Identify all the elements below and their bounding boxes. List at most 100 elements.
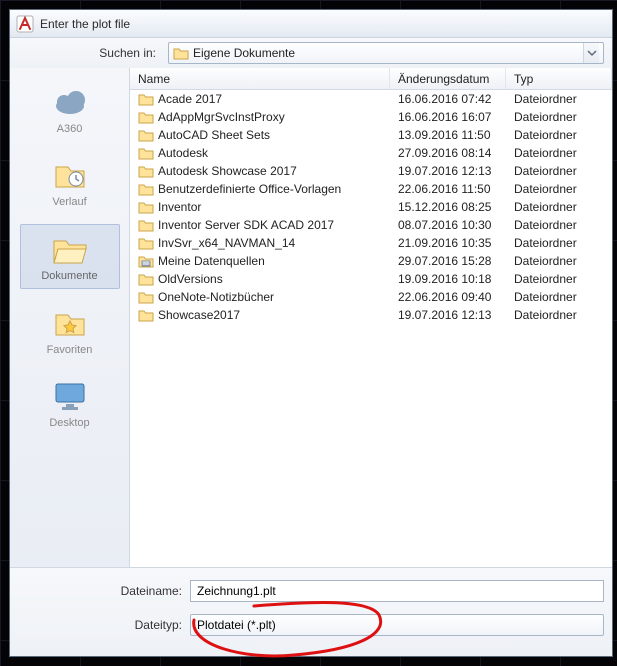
column-name[interactable]: Name — [130, 68, 390, 89]
place-a360[interactable]: A360 — [20, 78, 120, 141]
file-name: OneNote-Notizbücher — [158, 290, 274, 304]
place-label: A360 — [57, 123, 83, 135]
file-row[interactable]: AdAppMgrSvcInstProxy16.06.2016 16:07Date… — [130, 108, 612, 126]
folder-icon — [138, 92, 154, 106]
file-type: Dateiordner — [506, 92, 612, 106]
window-title: Enter the plot file — [40, 17, 130, 31]
file-type: Dateiordner — [506, 182, 612, 196]
place-favorites[interactable]: Favoriten — [20, 299, 120, 362]
filename-input[interactable]: Zeichnung1.plt — [190, 580, 604, 602]
cloud-icon — [50, 84, 90, 120]
file-date: 15.12.2016 08:25 — [390, 200, 506, 214]
file-row[interactable]: InvSvr_x64_NAVMAN_14 21.09.2016 10:35Date… — [130, 234, 612, 252]
file-name: Inventor Server SDK ACAD 2017 — [158, 218, 334, 232]
file-name: Autodesk Showcase 2017 — [158, 164, 297, 178]
folder-icon — [173, 46, 189, 60]
filetype-value: Plotdatei (*.plt) — [197, 618, 276, 632]
file-name: Inventor — [158, 200, 201, 214]
filename-value: Zeichnung1.plt — [197, 584, 276, 598]
file-date: 16.06.2016 07:42 — [390, 92, 506, 106]
monitor-icon — [50, 378, 90, 414]
places-bar: A360 Verlauf Dokumente Favoriten Desktop — [10, 68, 130, 567]
file-type: Dateiordner — [506, 272, 612, 286]
lookin-value: Eigene Dokumente — [193, 46, 579, 60]
lookin-combo[interactable]: Eigene Dokumente — [168, 42, 604, 64]
folder-icon — [138, 128, 154, 142]
file-name: Meine Datenquellen — [158, 254, 265, 268]
file-date: 22.06.2016 09:40 — [390, 290, 506, 304]
file-row[interactable]: OldVersions 19.09.2016 10:18Dateiordner — [130, 270, 612, 288]
file-type: Dateiordner — [506, 236, 612, 250]
file-row[interactable]: Inventor Server SDK ACAD 2017 08.07.2016 … — [130, 216, 612, 234]
file-save-dialog: Enter the plot file Suchen in: Eigene Do… — [9, 9, 613, 657]
file-rows[interactable]: Acade 201716.06.2016 07:42DateiordnerAdA… — [130, 90, 612, 567]
file-type: Dateiordner — [506, 290, 612, 304]
folder-icon — [138, 236, 154, 250]
file-row[interactable]: Inventor 15.12.2016 08:25Dateiordner — [130, 198, 612, 216]
titlebar[interactable]: Enter the plot file — [10, 10, 612, 38]
file-date: 19.07.2016 12:13 — [390, 164, 506, 178]
column-type[interactable]: Typ — [506, 68, 612, 89]
place-documents[interactable]: Dokumente — [20, 224, 120, 289]
folder-icon — [138, 218, 154, 232]
file-date: 21.09.2016 10:35 — [390, 236, 506, 250]
lookin-toolbar: Suchen in: Eigene Dokumente — [10, 38, 612, 68]
file-row[interactable]: Autodesk Showcase 2017 19.07.2016 12:13Da… — [130, 162, 612, 180]
file-type: Dateiordner — [506, 200, 612, 214]
folder-icon — [138, 146, 154, 160]
file-date: 29.07.2016 15:28 — [390, 254, 506, 268]
folder-icon — [138, 182, 154, 196]
column-date[interactable]: Änderungsdatum — [390, 68, 506, 89]
file-name: Acade 2017 — [158, 92, 222, 106]
file-name: Showcase2017 — [158, 308, 240, 322]
autocad-app-icon — [16, 15, 34, 33]
file-name: Autodesk — [158, 146, 208, 160]
file-row[interactable]: Acade 2017 16.06.2016 07:42Dateiordner — [130, 90, 612, 108]
folder-star-icon — [50, 305, 90, 341]
file-row[interactable]: Showcase2017 19.07.2016 12:13Dateiordner — [130, 306, 612, 324]
file-date: 16.06.2016 16:07 — [390, 110, 506, 124]
file-date: 27.09.2016 08:14 — [390, 146, 506, 160]
lookin-label: Suchen in: — [10, 46, 162, 60]
file-type: Dateiordner — [506, 128, 612, 142]
chevron-down-icon[interactable] — [583, 43, 599, 63]
place-label: Verlauf — [52, 196, 86, 208]
file-listing: Name Änderungsdatum Typ Acade 2017 16.06.… — [130, 68, 612, 567]
bottom-form: Dateiname: Zeichnung1.plt Dateityp: Plot… — [10, 567, 612, 656]
place-desktop[interactable]: Desktop — [20, 372, 120, 435]
file-date: 19.07.2016 12:13 — [390, 308, 506, 322]
place-label: Dokumente — [41, 270, 97, 282]
column-headers: Name Änderungsdatum Typ — [130, 68, 612, 90]
file-type: Dateiordner — [506, 218, 612, 232]
file-row[interactable]: Benutzerdefinierte Office-Vorlagen 22.06.… — [130, 180, 612, 198]
file-date: 19.09.2016 10:18 — [390, 272, 506, 286]
file-date: 22.06.2016 11:50 — [390, 182, 506, 196]
place-history[interactable]: Verlauf — [20, 151, 120, 214]
file-date: 08.07.2016 10:30 — [390, 218, 506, 232]
folder-icon — [138, 290, 154, 304]
folder-icon — [138, 200, 154, 214]
filetype-label: Dateityp: — [10, 618, 182, 632]
place-label: Favoriten — [47, 344, 93, 356]
folder-open-icon — [50, 231, 90, 267]
file-type: Dateiordner — [506, 164, 612, 178]
file-type: Dateiordner — [506, 254, 612, 268]
file-row[interactable]: Meine Datenquellen 29.07.2016 15:28Dateio… — [130, 252, 612, 270]
file-type: Dateiordner — [506, 110, 612, 124]
folder-icon — [138, 164, 154, 178]
file-type: Dateiordner — [506, 146, 612, 160]
filetype-combo[interactable]: Plotdatei (*.plt) — [190, 614, 604, 636]
folder-icon — [138, 110, 154, 124]
file-name: OldVersions — [158, 272, 223, 286]
filename-label: Dateiname: — [10, 584, 182, 598]
file-row[interactable]: AutoCAD Sheet Sets13.09.2016 11:50Dateio… — [130, 126, 612, 144]
place-label: Desktop — [49, 417, 89, 429]
file-name: Benutzerdefinierte Office-Vorlagen — [158, 182, 341, 196]
file-row[interactable]: Autodesk 27.09.2016 08:14Dateiordner — [130, 144, 612, 162]
file-row[interactable]: OneNote-Notizbücher 22.06.2016 09:40Datei… — [130, 288, 612, 306]
file-type: Dateiordner — [506, 308, 612, 322]
history-icon — [50, 157, 90, 193]
datasource-icon — [138, 254, 154, 268]
file-name: InvSvr_x64_NAVMAN_14 — [158, 236, 295, 250]
file-date: 13.09.2016 11:50 — [390, 128, 506, 142]
